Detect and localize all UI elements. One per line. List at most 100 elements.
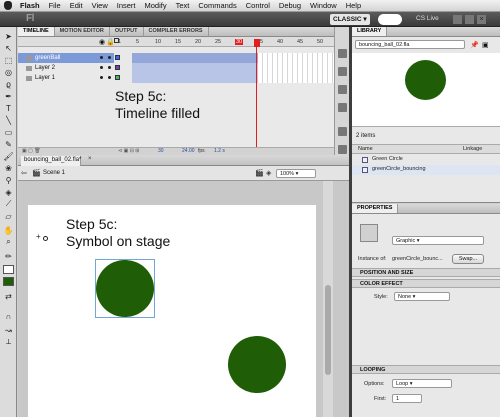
col-name[interactable]: Name bbox=[358, 146, 373, 152]
green-circle[interactable] bbox=[228, 336, 286, 393]
menu-commands[interactable]: Commands bbox=[198, 1, 236, 10]
layer-name[interactable]: Layer 2 bbox=[35, 65, 55, 71]
edit-symbols-icon[interactable]: ◈ bbox=[266, 169, 271, 177]
info-icon[interactable] bbox=[338, 103, 347, 112]
layer-color-box[interactable] bbox=[115, 75, 120, 80]
eyedropper-icon[interactable]: ⟋ bbox=[3, 199, 14, 209]
menu-app[interactable]: Flash bbox=[20, 1, 40, 10]
edit-scene-icon[interactable]: 🎬 bbox=[255, 169, 264, 177]
pin-icon[interactable]: 📌 bbox=[470, 41, 479, 49]
menu-window[interactable]: Window bbox=[310, 1, 337, 10]
brush-tool-icon[interactable]: 🖌 bbox=[3, 151, 14, 161]
bone-tool-icon[interactable]: ⚲ bbox=[3, 175, 14, 185]
cs-live-label[interactable]: CS Live bbox=[416, 15, 439, 22]
menu-edit[interactable]: Edit bbox=[70, 1, 83, 10]
layer-name[interactable]: greenBall bbox=[35, 55, 60, 61]
close-icon[interactable]: × bbox=[477, 15, 486, 24]
workspace-switcher[interactable]: CLASSIC ▾ bbox=[330, 14, 370, 25]
transform-icon[interactable] bbox=[338, 127, 347, 136]
lock-dot[interactable] bbox=[108, 76, 111, 79]
menu-insert[interactable]: Insert bbox=[117, 1, 136, 10]
deco-tool-icon[interactable]: ❀ bbox=[3, 163, 14, 173]
menu-help[interactable]: Help bbox=[346, 1, 361, 10]
maximize-icon[interactable] bbox=[465, 15, 474, 24]
line-tool-icon[interactable]: ╲ bbox=[3, 115, 14, 125]
new-library-icon[interactable]: ▣ bbox=[482, 41, 489, 49]
hand-tool-icon[interactable]: ✋ bbox=[3, 225, 14, 235]
tab-timeline[interactable]: TIMELINE bbox=[18, 27, 55, 36]
frames-layer2[interactable] bbox=[132, 63, 258, 73]
selection-tool-icon[interactable]: ➤ bbox=[3, 31, 14, 41]
playhead-handle[interactable] bbox=[254, 39, 260, 47]
menu-debug[interactable]: Debug bbox=[279, 1, 301, 10]
swap-button[interactable]: Swap... bbox=[452, 254, 484, 264]
new-layer-icon[interactable]: ▣ ▢ 🗑 bbox=[22, 148, 41, 154]
color-effect-section[interactable]: COLOR EFFECT bbox=[352, 279, 500, 288]
snap-magnet-icon[interactable]: ∩ bbox=[3, 311, 14, 321]
green-circle-instance[interactable] bbox=[96, 260, 154, 317]
library-item[interactable]: greenCircle_bouncing bbox=[352, 165, 500, 175]
components-icon[interactable] bbox=[338, 145, 347, 154]
text-tool-icon[interactable]: T bbox=[3, 103, 14, 113]
scrollbar-thumb[interactable] bbox=[325, 285, 331, 375]
paint-bucket-icon[interactable]: ◈ bbox=[3, 187, 14, 197]
apple-icon[interactable] bbox=[4, 1, 12, 10]
tab-output[interactable]: OUTPUT bbox=[110, 27, 144, 36]
pen-tool-icon[interactable]: ✒ bbox=[3, 91, 14, 101]
stroke-color-icon[interactable]: ✏ bbox=[3, 251, 14, 261]
eye-icon[interactable]: ◉ bbox=[99, 38, 105, 46]
eraser-icon[interactable]: ▱ bbox=[3, 211, 14, 221]
minimize-icon[interactable] bbox=[453, 15, 462, 24]
tab-compiler-errors[interactable]: COMPILER ERRORS bbox=[144, 27, 209, 36]
menu-view[interactable]: View bbox=[92, 1, 108, 10]
swatches-icon[interactable] bbox=[338, 67, 347, 76]
col-linkage[interactable]: Linkage bbox=[463, 146, 482, 152]
first-frame-input[interactable]: 1 bbox=[392, 394, 422, 403]
scene-label[interactable]: Scene 1 bbox=[43, 170, 65, 176]
stroke-swatch[interactable] bbox=[3, 265, 14, 274]
search-input[interactable] bbox=[378, 14, 402, 25]
visibility-dot[interactable] bbox=[100, 56, 103, 59]
free-transform-icon[interactable]: ⬚ bbox=[3, 55, 14, 65]
frames-layer1[interactable] bbox=[132, 73, 258, 83]
onion-skin-icons[interactable]: ⊲ ▣ ⊟ ⊞ bbox=[118, 148, 139, 154]
rectangle-tool-icon[interactable]: ▭ bbox=[3, 127, 14, 137]
tab-motion-editor[interactable]: MOTION EDITOR bbox=[55, 27, 110, 36]
position-size-section[interactable]: POSITION AND SIZE bbox=[352, 268, 500, 277]
frames-greenball[interactable] bbox=[132, 53, 258, 63]
playhead[interactable] bbox=[256, 47, 257, 155]
library-file-select[interactable]: bouncing_ball_02.fla bbox=[355, 40, 465, 49]
back-arrow-icon[interactable]: ⇦ bbox=[21, 169, 27, 177]
lasso-icon[interactable]: ϱ bbox=[3, 79, 14, 89]
tab-properties[interactable]: PROPERTIES bbox=[352, 204, 399, 213]
menu-text[interactable]: Text bbox=[176, 1, 190, 10]
frame-rate[interactable]: 24.00 bbox=[182, 148, 195, 154]
options-select[interactable]: Loop ▾ bbox=[392, 379, 452, 388]
straighten-icon[interactable]: ⟂ bbox=[3, 337, 14, 347]
menu-control[interactable]: Control bbox=[246, 1, 270, 10]
fill-swatch[interactable] bbox=[3, 277, 14, 286]
layer-color-box[interactable] bbox=[115, 65, 120, 70]
zoom-tool-icon[interactable]: ⌕ bbox=[3, 237, 14, 247]
symbol-type-select[interactable]: Graphic ▾ bbox=[392, 236, 484, 245]
swap-colors-icon[interactable]: ⇄ bbox=[3, 291, 14, 301]
smooth-icon[interactable]: ↝ bbox=[3, 325, 14, 335]
tab-close-icon[interactable]: × bbox=[88, 156, 92, 162]
document-tab[interactable]: bouncing_ball_02.fla* bbox=[21, 156, 81, 166]
pencil-tool-icon[interactable]: ✎ bbox=[3, 139, 14, 149]
zoom-select[interactable]: 100% ▾ bbox=[276, 169, 316, 178]
lock-dot[interactable] bbox=[108, 56, 111, 59]
subselection-tool-icon[interactable]: ↖ bbox=[3, 43, 14, 53]
menu-modify[interactable]: Modify bbox=[145, 1, 167, 10]
3d-rotation-icon[interactable]: ◎ bbox=[3, 67, 14, 77]
layer-color-box[interactable] bbox=[115, 55, 120, 60]
tab-library[interactable]: LIBRARY bbox=[352, 27, 388, 36]
style-select[interactable]: None ▾ bbox=[394, 292, 450, 301]
library-item[interactable]: Green Circle bbox=[352, 155, 500, 165]
lock-dot[interactable] bbox=[108, 66, 111, 69]
layer-name[interactable]: Layer 1 bbox=[35, 75, 55, 81]
color-panel-icon[interactable] bbox=[338, 49, 347, 58]
looping-section[interactable]: LOOPING bbox=[352, 365, 500, 374]
menu-file[interactable]: File bbox=[49, 1, 61, 10]
align-icon[interactable] bbox=[338, 85, 347, 94]
